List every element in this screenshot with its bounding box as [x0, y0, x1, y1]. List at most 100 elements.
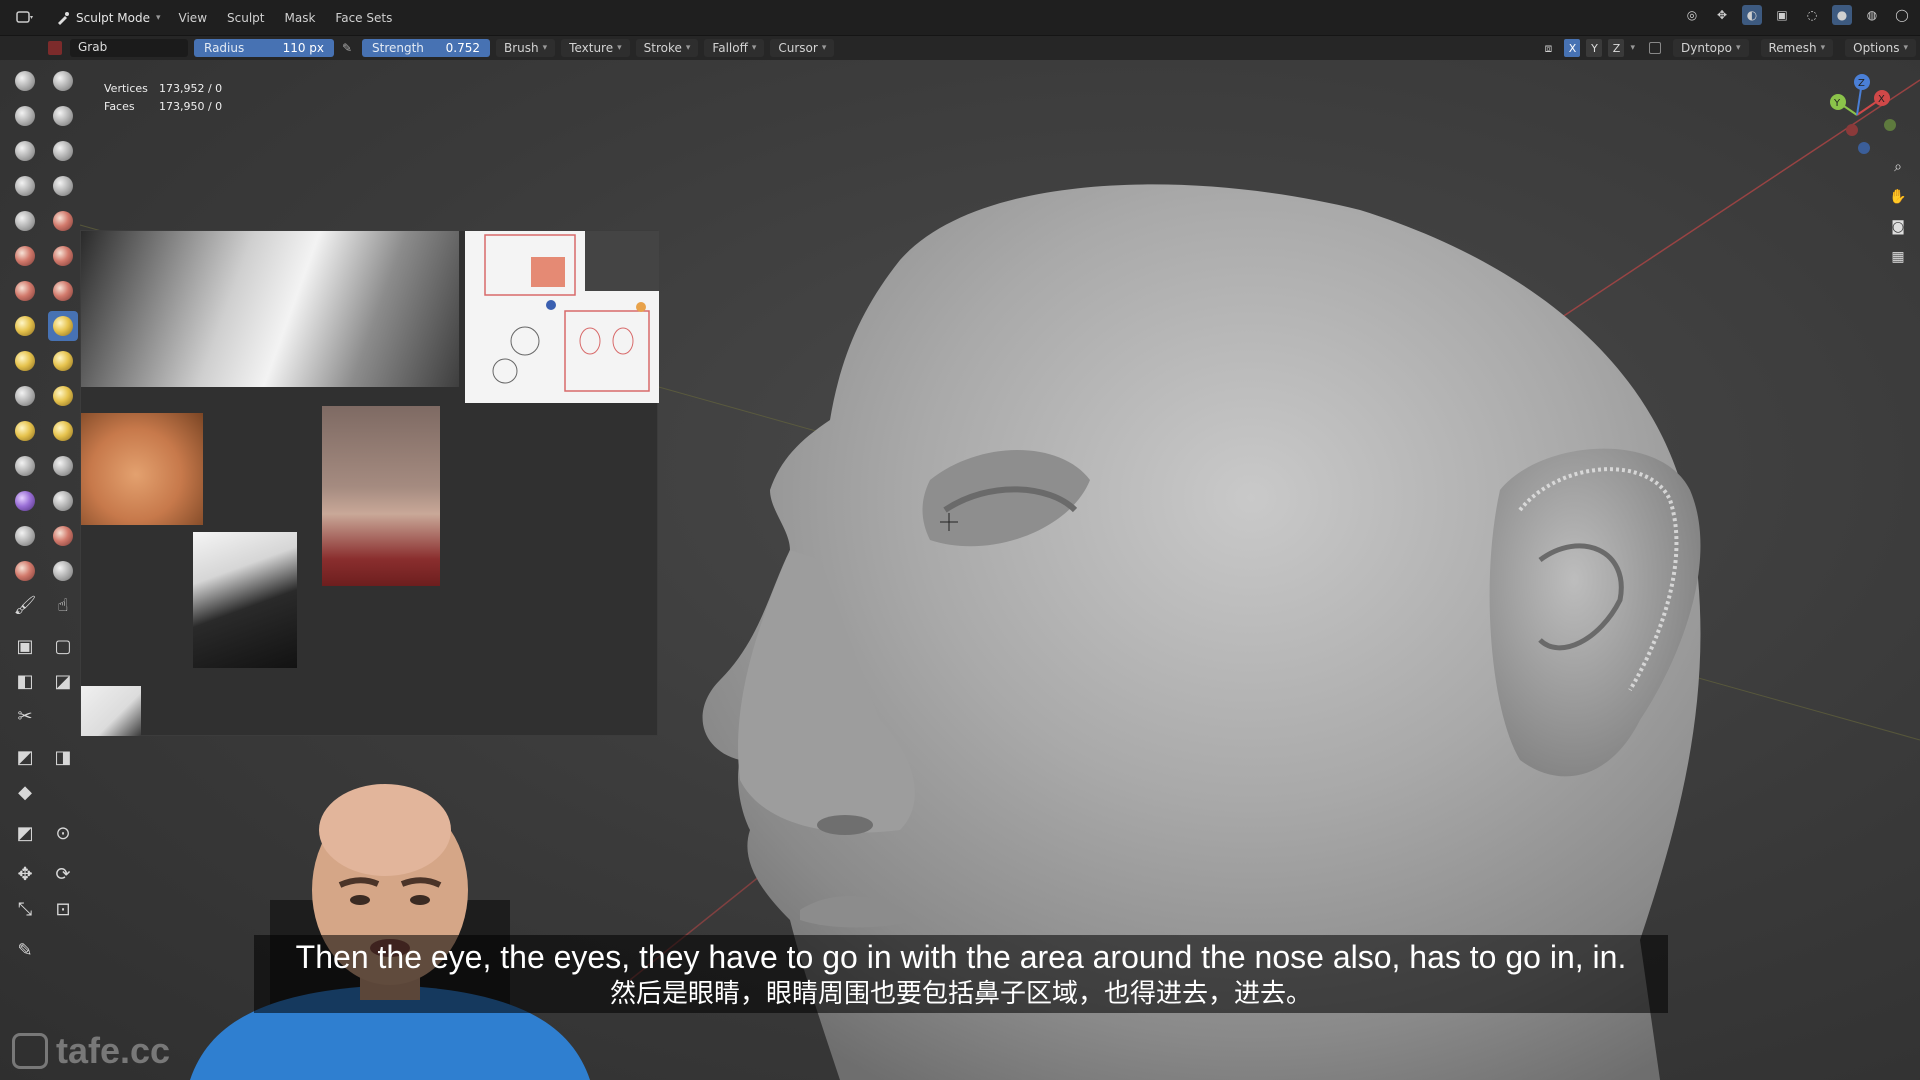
material-shading-icon[interactable]: ◍	[1862, 5, 1882, 25]
transform-tool[interactable]: ⊡	[48, 895, 78, 925]
grab-brush-tool[interactable]	[48, 311, 78, 341]
wireframe-shading-icon[interactable]: ◌	[1802, 5, 1822, 25]
menu-sculpt[interactable]: Sculpt	[217, 5, 274, 31]
strength-field[interactable]: Strength 0.752	[362, 39, 490, 57]
mirror-y-toggle[interactable]: Y	[1586, 39, 1603, 57]
slide-relax-tool[interactable]	[10, 451, 40, 481]
gizmo-neg-y[interactable]	[1884, 119, 1896, 131]
reference-anatomy-sheet[interactable]	[465, 231, 659, 403]
solid-shading-icon[interactable]: ●	[1832, 5, 1852, 25]
draw-brush-tool[interactable]	[10, 66, 40, 96]
pose-brush-tool[interactable]	[48, 381, 78, 411]
draw-face-sets-tool[interactable]	[48, 521, 78, 551]
edit-face-set-tool[interactable]: ◩	[10, 819, 40, 849]
options-dropdown[interactable]: Options ▾	[1845, 39, 1916, 57]
remesh-dropdown[interactable]: Remesh ▾	[1760, 39, 1834, 57]
smear-brush-tool[interactable]: ☝	[48, 591, 78, 621]
multires-displacement-smear-tool[interactable]	[48, 556, 78, 586]
multires-displacement-eraser-tool[interactable]	[10, 556, 40, 586]
clay-strips-brush-tool[interactable]	[48, 101, 78, 131]
menu-mask[interactable]: Mask	[275, 5, 326, 31]
editor-type-button[interactable]	[8, 5, 42, 31]
pinch-brush-tool[interactable]	[10, 311, 40, 341]
brush-name-field[interactable]: Grab	[70, 39, 188, 57]
reference-image-board[interactable]	[80, 230, 659, 736]
fill-brush-tool[interactable]	[48, 241, 78, 271]
hand-pan-icon[interactable]: ✋	[1886, 186, 1910, 208]
reference-photo-shoulder[interactable]	[81, 231, 459, 387]
grid-view-icon[interactable]: ▦	[1886, 246, 1910, 268]
mirror-x-toggle[interactable]: X	[1564, 39, 1581, 57]
rotate-brush-tool[interactable]	[48, 416, 78, 446]
menu-face-sets[interactable]: Face Sets	[325, 5, 402, 31]
mesh-filter-icon: ◩	[16, 747, 34, 768]
overlay-toggle-icon[interactable]: ◐	[1742, 5, 1762, 25]
xray-toggle-icon[interactable]: ▣	[1772, 5, 1792, 25]
mask-by-color-tool[interactable]: ⊙	[48, 819, 78, 849]
brush-selector[interactable]: Grab	[48, 39, 188, 57]
navigation-gizmo[interactable]: X Y Z	[1802, 70, 1912, 160]
scale-tool[interactable]: ⤡	[10, 895, 40, 925]
view-object-types-icon[interactable]: ◎	[1682, 5, 1702, 25]
mirror-z-toggle[interactable]: Z	[1608, 39, 1625, 57]
draw-sharp-brush-tool[interactable]	[48, 66, 78, 96]
clay-brush-tool[interactable]	[10, 101, 40, 131]
viewport-header-right: ◎ ✥ ◐ ▣ ◌ ● ◍ ◯	[1682, 5, 1912, 25]
reference-photo-small[interactable]	[81, 686, 141, 736]
cloth-filter-tool[interactable]: ◨	[48, 743, 78, 773]
pen-pressure-icon[interactable]: ✎	[338, 39, 356, 57]
texture-dropdown[interactable]: Texture ▾	[561, 39, 630, 57]
box-mask-tool[interactable]: ▣	[10, 632, 40, 662]
elastic-deform-tool[interactable]	[10, 346, 40, 376]
zoom-icon[interactable]: ⌕	[1886, 156, 1910, 178]
gizmo-toggle-icon[interactable]: ✥	[1712, 5, 1732, 25]
falloff-dropdown[interactable]: Falloff ▾	[704, 39, 765, 57]
chevron-down-icon[interactable]: ▾	[1630, 43, 1635, 53]
crease-brush-tool[interactable]	[10, 206, 40, 236]
layer-brush-tool[interactable]	[48, 136, 78, 166]
smooth-brush-tool[interactable]	[48, 206, 78, 236]
mesh-filter-tool[interactable]: ◩	[10, 743, 40, 773]
mode-dropdown[interactable]: Sculpt Mode ▾	[48, 5, 169, 31]
symmetry-icon: ⧈	[1544, 40, 1553, 55]
annotate-tool[interactable]: ✎	[10, 936, 40, 966]
color-filter-tool[interactable]: ◆	[10, 778, 40, 808]
scrape-brush-tool[interactable]	[10, 276, 40, 306]
thumb-brush-tool[interactable]	[10, 381, 40, 411]
vertices-value: 173,952 / 0	[159, 82, 223, 95]
move-tool[interactable]: ✥	[10, 860, 40, 890]
cursor-dropdown[interactable]: Cursor ▾	[770, 39, 835, 57]
box-trim-tool[interactable]: ◪	[48, 667, 78, 697]
camera-icon[interactable]: ◙	[1886, 216, 1910, 238]
snake-hook-tool[interactable]	[48, 346, 78, 376]
blob-brush-tool[interactable]	[48, 171, 78, 201]
cloth-brush-tool[interactable]	[10, 486, 40, 516]
box-face-set-tool[interactable]: ◧	[10, 667, 40, 697]
box-hide-tool[interactable]: ▢	[48, 632, 78, 662]
inflate-brush-tool[interactable]	[10, 171, 40, 201]
mask-brush-tool[interactable]	[10, 521, 40, 551]
brush-dropdown[interactable]: Brush ▾	[496, 39, 556, 57]
flatten-brush-tool[interactable]	[10, 241, 40, 271]
line-project-tool[interactable]: ✂	[10, 702, 40, 732]
dyntopo-checkbox[interactable]	[1649, 42, 1662, 54]
clay-thumb-brush-tool[interactable]	[10, 136, 40, 166]
dyntopo-dropdown[interactable]: Dyntopo ▾	[1673, 39, 1749, 57]
reference-photo-head-orange[interactable]	[81, 413, 203, 525]
menu-view[interactable]: View	[169, 5, 217, 31]
reference-photo-woman-profile[interactable]	[322, 406, 440, 586]
simplify-brush-tool[interactable]	[48, 486, 78, 516]
gizmo-neg-z[interactable]	[1858, 142, 1870, 154]
paint-brush-tool[interactable]: 🖌	[10, 591, 40, 621]
gizmo-neg-x[interactable]	[1846, 124, 1858, 136]
rendered-shading-icon[interactable]: ◯	[1892, 5, 1912, 25]
radius-field[interactable]: Radius 110 px	[194, 39, 334, 57]
rotate-tool[interactable]: ⟳	[48, 860, 78, 890]
reference-photo-man-profile[interactable]	[193, 532, 297, 668]
boundary-brush-tool[interactable]	[48, 451, 78, 481]
move-icon: ✥	[17, 864, 33, 885]
nudge-brush-tool[interactable]	[10, 416, 40, 446]
watermark-text: tafe.cc	[56, 1030, 171, 1071]
multiplane-scrape-tool[interactable]	[48, 276, 78, 306]
stroke-dropdown[interactable]: Stroke ▾	[635, 39, 699, 57]
